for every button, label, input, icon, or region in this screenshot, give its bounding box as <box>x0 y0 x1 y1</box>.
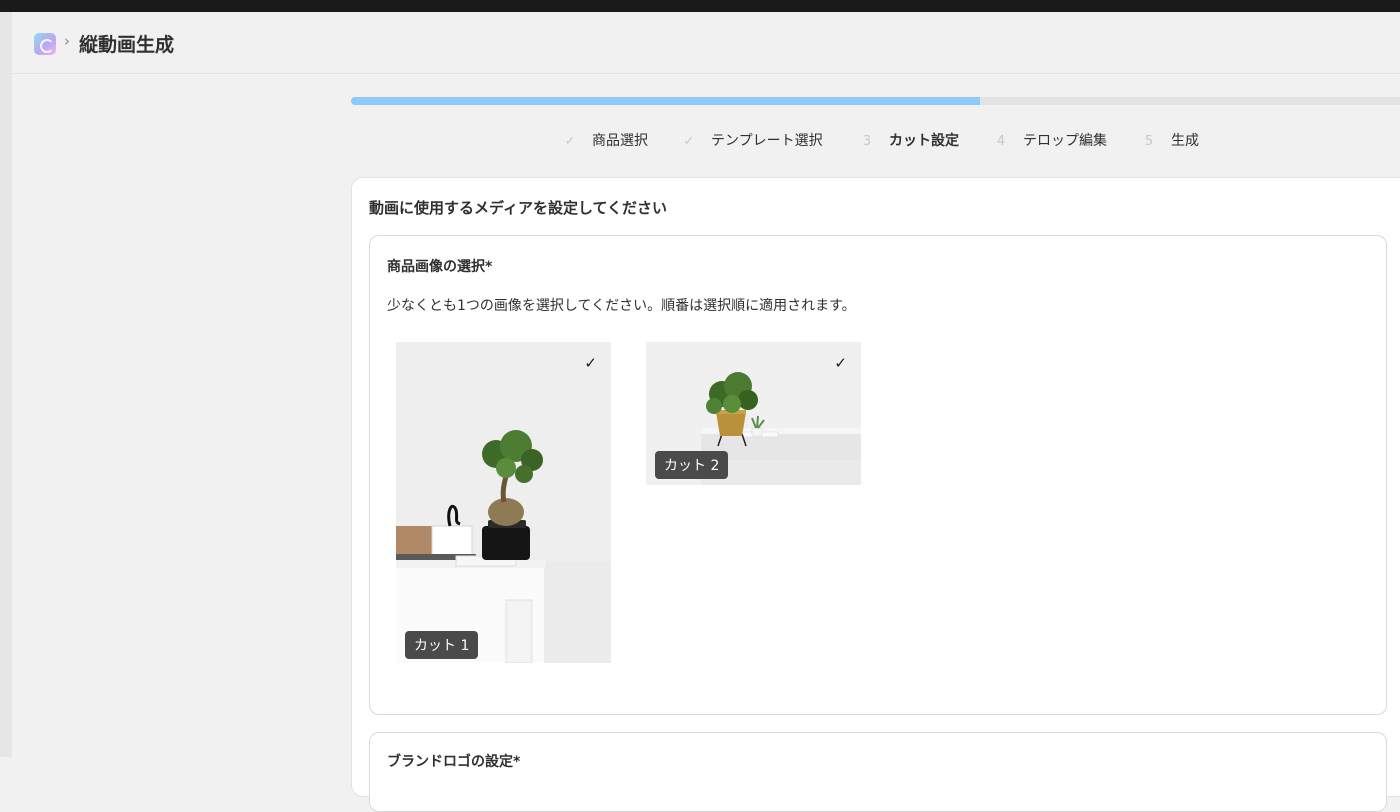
section-title: ブランドロゴの設定* <box>387 754 521 770</box>
product-image-2[interactable]: ✓ カット 2 <box>646 342 861 485</box>
step-number: 5 <box>1144 134 1154 149</box>
app-logo-icon[interactable] <box>34 33 56 55</box>
breadcrumb-separator-icon: › <box>64 32 70 50</box>
step-label: 商品選択 <box>592 133 648 149</box>
cut-badge: カット 2 <box>655 451 729 479</box>
step-check-icon: ✓ <box>683 134 695 149</box>
section-description: 少なくとも1つの画像を選択してください。順番は選択順に適用されます。 <box>387 298 856 314</box>
step-cut-settings[interactable]: 3 カット設定 <box>861 130 959 150</box>
page-title: 縦動画生成 <box>79 34 175 56</box>
selected-check-icon: ✓ <box>834 354 847 372</box>
step-number: 3 <box>862 134 872 149</box>
step-label: テンプレート選択 <box>711 133 823 149</box>
selected-check-icon: ✓ <box>584 354 597 372</box>
window-top-bar <box>0 0 1400 12</box>
left-edge-strip <box>0 12 12 757</box>
step-telop-edit[interactable]: 4 テロップ編集 <box>995 130 1107 150</box>
brand-logo-section: ブランドロゴの設定* <box>369 732 1387 812</box>
cut-badge: カット 1 <box>405 631 479 659</box>
card-title: 動画に使用するメディアを設定してください <box>369 199 668 217</box>
progress-bar <box>351 97 980 105</box>
media-settings-card: 動画に使用するメディアを設定してください 商品画像の選択* 少なくとも1つの画像… <box>351 177 1400 812</box>
step-generate[interactable]: 5 生成 <box>1143 130 1199 150</box>
product-image-section: 商品画像の選択* 少なくとも1つの画像を選択してください。順番は選択順に適用され… <box>369 235 1387 715</box>
step-product-select[interactable]: ✓ 商品選択 <box>564 130 648 150</box>
bonsai-photo <box>396 342 611 663</box>
product-image-1[interactable]: ✓ カット 1 <box>396 342 611 663</box>
section-title: 商品画像の選択* <box>387 259 493 275</box>
step-label: テロップ編集 <box>1023 133 1107 149</box>
step-number: 4 <box>996 134 1006 149</box>
step-template-select[interactable]: ✓ テンプレート選択 <box>683 130 823 150</box>
page-header: › 縦動画生成 <box>12 12 1400 74</box>
step-label: 生成 <box>1171 133 1199 149</box>
step-label: カット設定 <box>889 133 959 149</box>
step-check-icon: ✓ <box>564 134 576 149</box>
